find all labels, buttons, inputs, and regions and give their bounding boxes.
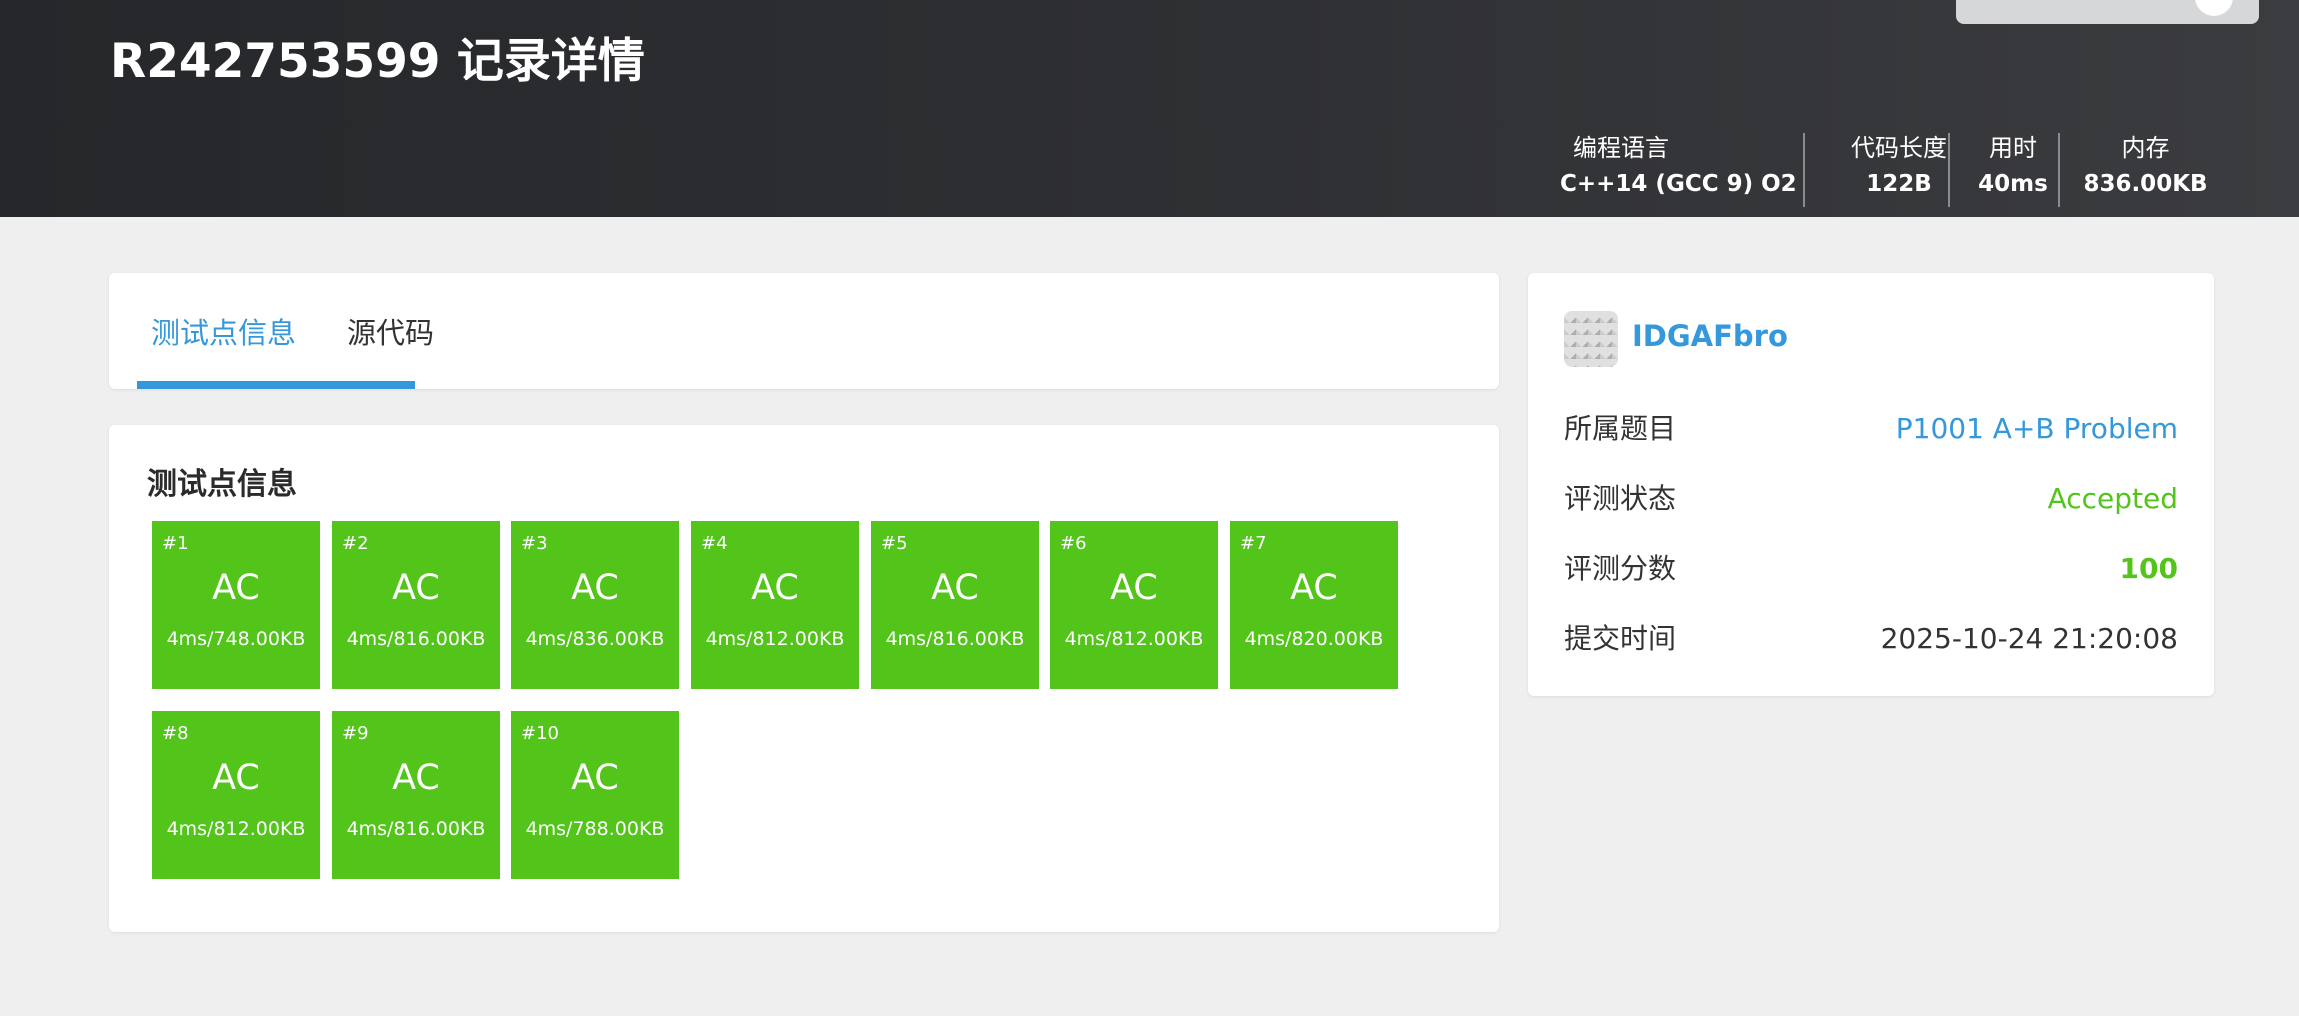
test-case-status: AC: [571, 758, 619, 798]
test-case-detail: 4ms/812.00KB: [705, 628, 845, 650]
stat-value: 122B: [1866, 171, 1932, 197]
test-case-detail: 4ms/816.00KB: [346, 818, 486, 840]
test-case-detail: 4ms/816.00KB: [346, 628, 486, 650]
avatar[interactable]: [1564, 311, 1618, 367]
page-title: R242753599 记录详情: [110, 34, 645, 89]
test-case-id: #3: [521, 533, 548, 554]
score-label: 评测分数: [1564, 552, 1677, 585]
test-case-id: #1: [162, 533, 189, 554]
test-case[interactable]: #6 AC 4ms/812.00KB: [1050, 521, 1218, 689]
score-row: 评测分数 100: [1564, 549, 2178, 593]
stat-value: C++14 (GCC 9) O2: [1560, 171, 1797, 197]
submit-time-value: 2025-10-24 21:20:08: [1880, 622, 2178, 655]
test-case-detail: 4ms/812.00KB: [166, 818, 306, 840]
test-case[interactable]: #7 AC 4ms/820.00KB: [1230, 521, 1398, 689]
test-case-detail: 4ms/788.00KB: [525, 818, 665, 840]
test-case-id: #10: [521, 723, 559, 744]
record-stats: 编程语言 C++14 (GCC 9) O2 代码长度 122B 用时 40ms …: [1560, 130, 2210, 210]
test-case-detail: 4ms/812.00KB: [1064, 628, 1204, 650]
tab-test-points[interactable]: 测试点信息: [151, 313, 296, 353]
test-case-id: #7: [1240, 533, 1267, 554]
active-tab-indicator: [137, 381, 415, 389]
test-case[interactable]: #2 AC 4ms/816.00KB: [332, 521, 500, 689]
test-case-id: #5: [881, 533, 908, 554]
test-case-status: AC: [392, 758, 440, 798]
stat-label: 代码长度: [1851, 134, 1947, 162]
test-case-status: AC: [931, 568, 979, 608]
stat-divider: [2058, 133, 2060, 207]
test-case-id: #6: [1060, 533, 1087, 554]
test-case-status: AC: [212, 568, 260, 608]
record-info-card: IDGAFbro 所属题目 P1001 A+B Problem 评测状态 Acc…: [1528, 273, 2214, 696]
test-case-detail: 4ms/748.00KB: [166, 628, 306, 650]
stat-label: 编程语言: [1573, 134, 1669, 162]
test-case-status: AC: [751, 568, 799, 608]
test-case[interactable]: #9 AC 4ms/816.00KB: [332, 711, 500, 879]
test-case-status: AC: [392, 568, 440, 608]
user-icon[interactable]: [2195, 0, 2233, 16]
test-case-status: AC: [571, 568, 619, 608]
stat-label: 内存: [2121, 134, 2170, 162]
test-case[interactable]: #4 AC 4ms/812.00KB: [691, 521, 859, 689]
problem-row: 所属题目 P1001 A+B Problem: [1564, 409, 2178, 453]
test-case-status: AC: [1290, 568, 1338, 608]
problem-label: 所属题目: [1564, 412, 1677, 445]
stat-code-length: 代码长度 122B: [1820, 130, 1978, 208]
stat-language: 编程语言 C++14 (GCC 9) O2: [1560, 130, 1797, 208]
test-case-id: #8: [162, 723, 189, 744]
username-link[interactable]: IDGAFbro: [1632, 319, 1788, 353]
stat-divider: [1948, 133, 1950, 207]
test-case-id: #2: [342, 533, 369, 554]
test-case[interactable]: #1 AC 4ms/748.00KB: [152, 521, 320, 689]
stat-divider: [1803, 133, 1805, 207]
test-case[interactable]: #5 AC 4ms/816.00KB: [871, 521, 1039, 689]
stat-value: 836.00KB: [2083, 171, 2208, 197]
record-header: R242753599 记录详情 编程语言 C++14 (GCC 9) O2 代码…: [0, 0, 2299, 217]
submit-time-label: 提交时间: [1564, 622, 1677, 655]
score-value: 100: [2119, 552, 2178, 585]
test-points-card: 测试点信息 #1 AC 4ms/748.00KB #2 AC 4ms/816.0…: [109, 425, 1499, 932]
test-case-detail: 4ms/820.00KB: [1244, 628, 1384, 650]
problem-link[interactable]: P1001 A+B Problem: [1896, 409, 2178, 449]
test-case-status: AC: [212, 758, 260, 798]
test-case-id: #9: [342, 723, 369, 744]
test-case-status: AC: [1110, 568, 1158, 608]
stat-memory: 内存 836.00KB: [2068, 130, 2223, 208]
test-case-id: #4: [701, 533, 728, 554]
header-action-button[interactable]: [1956, 0, 2259, 24]
submit-time-row: 提交时间 2025-10-24 21:20:08: [1564, 619, 2178, 663]
stat-value: 40ms: [1978, 171, 2048, 197]
test-case-detail: 4ms/836.00KB: [525, 628, 665, 650]
stat-label: 用时: [1989, 134, 2037, 162]
tabs-card: 测试点信息 源代码: [109, 273, 1499, 389]
status-value: Accepted: [2047, 482, 2178, 515]
test-case[interactable]: #3 AC 4ms/836.00KB: [511, 521, 679, 689]
stat-time: 用时 40ms: [1963, 130, 2063, 208]
test-case[interactable]: #8 AC 4ms/812.00KB: [152, 711, 320, 879]
status-label: 评测状态: [1564, 482, 1677, 515]
test-case[interactable]: #10 AC 4ms/788.00KB: [511, 711, 679, 879]
status-row: 评测状态 Accepted: [1564, 479, 2178, 523]
section-title: 测试点信息: [147, 467, 297, 502]
test-case-detail: 4ms/816.00KB: [885, 628, 1025, 650]
tab-source-code[interactable]: 源代码: [347, 313, 434, 353]
